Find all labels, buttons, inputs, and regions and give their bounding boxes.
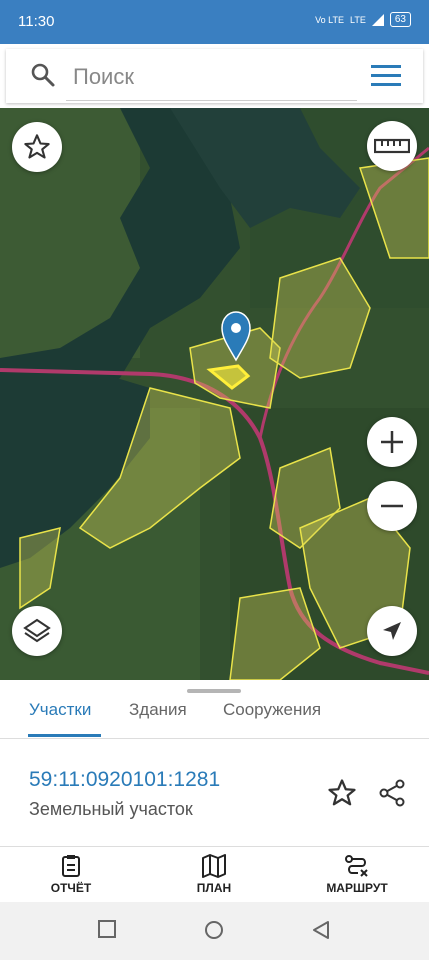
tab-structures[interactable]: Сооружения	[223, 700, 321, 720]
nav-plan[interactable]: ПЛАН	[159, 847, 269, 903]
ruler-icon	[374, 138, 410, 154]
tab-parcels[interactable]: Участки	[29, 700, 91, 720]
map-canvas[interactable]	[0, 108, 429, 680]
nav-route[interactable]: МАРШРУТ	[302, 847, 412, 903]
status-icons: Vo LTE LTE 63	[315, 12, 411, 27]
ruler-button[interactable]	[367, 121, 417, 171]
share-button[interactable]	[375, 776, 409, 810]
nav-plan-label: ПЛАН	[196, 881, 232, 895]
share-icon	[379, 779, 405, 807]
active-tab-indicator	[28, 734, 101, 737]
bottom-navigation: ОТЧЁТ ПЛАН МАРШРУТ	[0, 846, 429, 903]
my-location-button[interactable]	[367, 606, 417, 656]
favorite-button[interactable]	[325, 776, 359, 810]
status-time: 11:30	[18, 13, 55, 30]
layers-icon	[23, 618, 51, 643]
nav-report-label: ОТЧЁТ	[50, 881, 92, 895]
route-icon	[345, 855, 368, 877]
back-icon[interactable]	[312, 920, 330, 940]
navigation-arrow-icon	[383, 622, 401, 640]
volte-indicator: Vo LTE	[315, 14, 345, 25]
star-outline-icon	[24, 134, 50, 159]
sheet-drag-handle[interactable]	[187, 689, 241, 693]
signal-icon	[371, 13, 384, 26]
layers-button[interactable]	[12, 606, 62, 656]
menu-icon[interactable]	[371, 65, 401, 87]
zoom-out-button[interactable]	[367, 481, 417, 531]
recent-apps-icon[interactable]	[98, 920, 116, 938]
nav-route-label: МАРШРУТ	[326, 881, 388, 895]
search-input[interactable]: Поиск	[73, 64, 134, 90]
minus-icon	[381, 504, 403, 508]
object-type: Земельный участок	[29, 799, 193, 819]
lte-indicator: LTE	[350, 14, 366, 25]
favorite-map-button[interactable]	[12, 122, 62, 172]
zoom-in-button[interactable]	[367, 417, 417, 467]
search-underline	[66, 100, 357, 101]
home-icon[interactable]	[204, 920, 224, 940]
satellite-map[interactable]	[0, 108, 429, 680]
parcel-info-sheet: Участки Здания Сооружения 59:11:0920101:…	[0, 680, 429, 846]
system-navigation-bar	[0, 902, 429, 960]
battery-indicator: 63	[389, 12, 411, 27]
tab-divider	[0, 738, 429, 739]
map-plan-icon	[202, 854, 226, 878]
search-icon	[31, 63, 55, 87]
star-outline-icon	[328, 779, 356, 806]
status-bar: 11:30 Vo LTE LTE 63	[0, 0, 429, 44]
plus-icon	[381, 431, 403, 453]
report-icon	[62, 855, 80, 877]
tab-buildings[interactable]: Здания	[129, 700, 187, 720]
search-bar[interactable]: Поиск	[6, 49, 423, 103]
cadastral-number[interactable]: 59:11:0920101:1281	[29, 768, 220, 792]
nav-report[interactable]: ОТЧЁТ	[16, 847, 126, 903]
